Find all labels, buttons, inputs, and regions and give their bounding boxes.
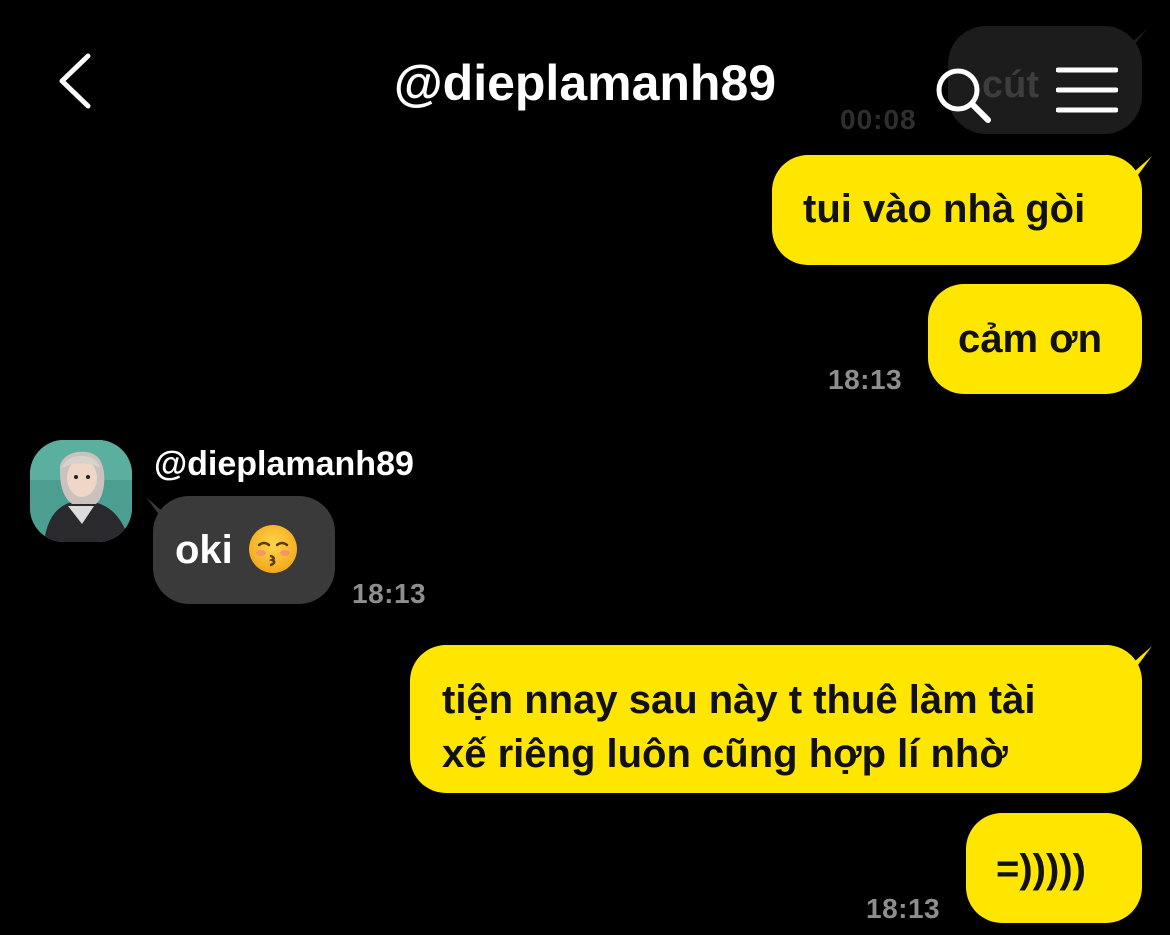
outgoing-message[interactable]: tui vào nhà gòi bbox=[772, 155, 1142, 265]
outgoing-message[interactable]: tiện nnay sau này t thuê làm tài xế riên… bbox=[410, 645, 1142, 793]
message-time: 18:13 bbox=[352, 578, 427, 609]
avatar[interactable] bbox=[30, 440, 132, 542]
message-time: 18:13 bbox=[828, 364, 903, 395]
message-text: cảm ơn bbox=[958, 317, 1103, 361]
header-title: @dieplamanh89 bbox=[393, 55, 777, 111]
search-icon[interactable] bbox=[932, 64, 994, 126]
message-text: oki bbox=[175, 528, 233, 572]
message-time: 18:13 bbox=[866, 893, 941, 924]
kissing-face-icon bbox=[247, 523, 299, 575]
outgoing-message[interactable]: cảm ơn bbox=[928, 284, 1142, 394]
message-text: =))))) bbox=[996, 847, 1086, 891]
message-text-line: xế riêng luôn cũng hợp lí nhờ bbox=[442, 732, 1008, 776]
message-text-line: tiện nnay sau này t thuê làm tài bbox=[442, 678, 1036, 722]
incoming-message[interactable]: oki bbox=[153, 496, 335, 604]
menu-icon[interactable] bbox=[1055, 66, 1119, 114]
message-text: tui vào nhà gòi bbox=[803, 187, 1086, 231]
outgoing-message[interactable]: =))))) bbox=[966, 813, 1142, 923]
sender-name: @dieplamanh89 bbox=[154, 445, 414, 483]
